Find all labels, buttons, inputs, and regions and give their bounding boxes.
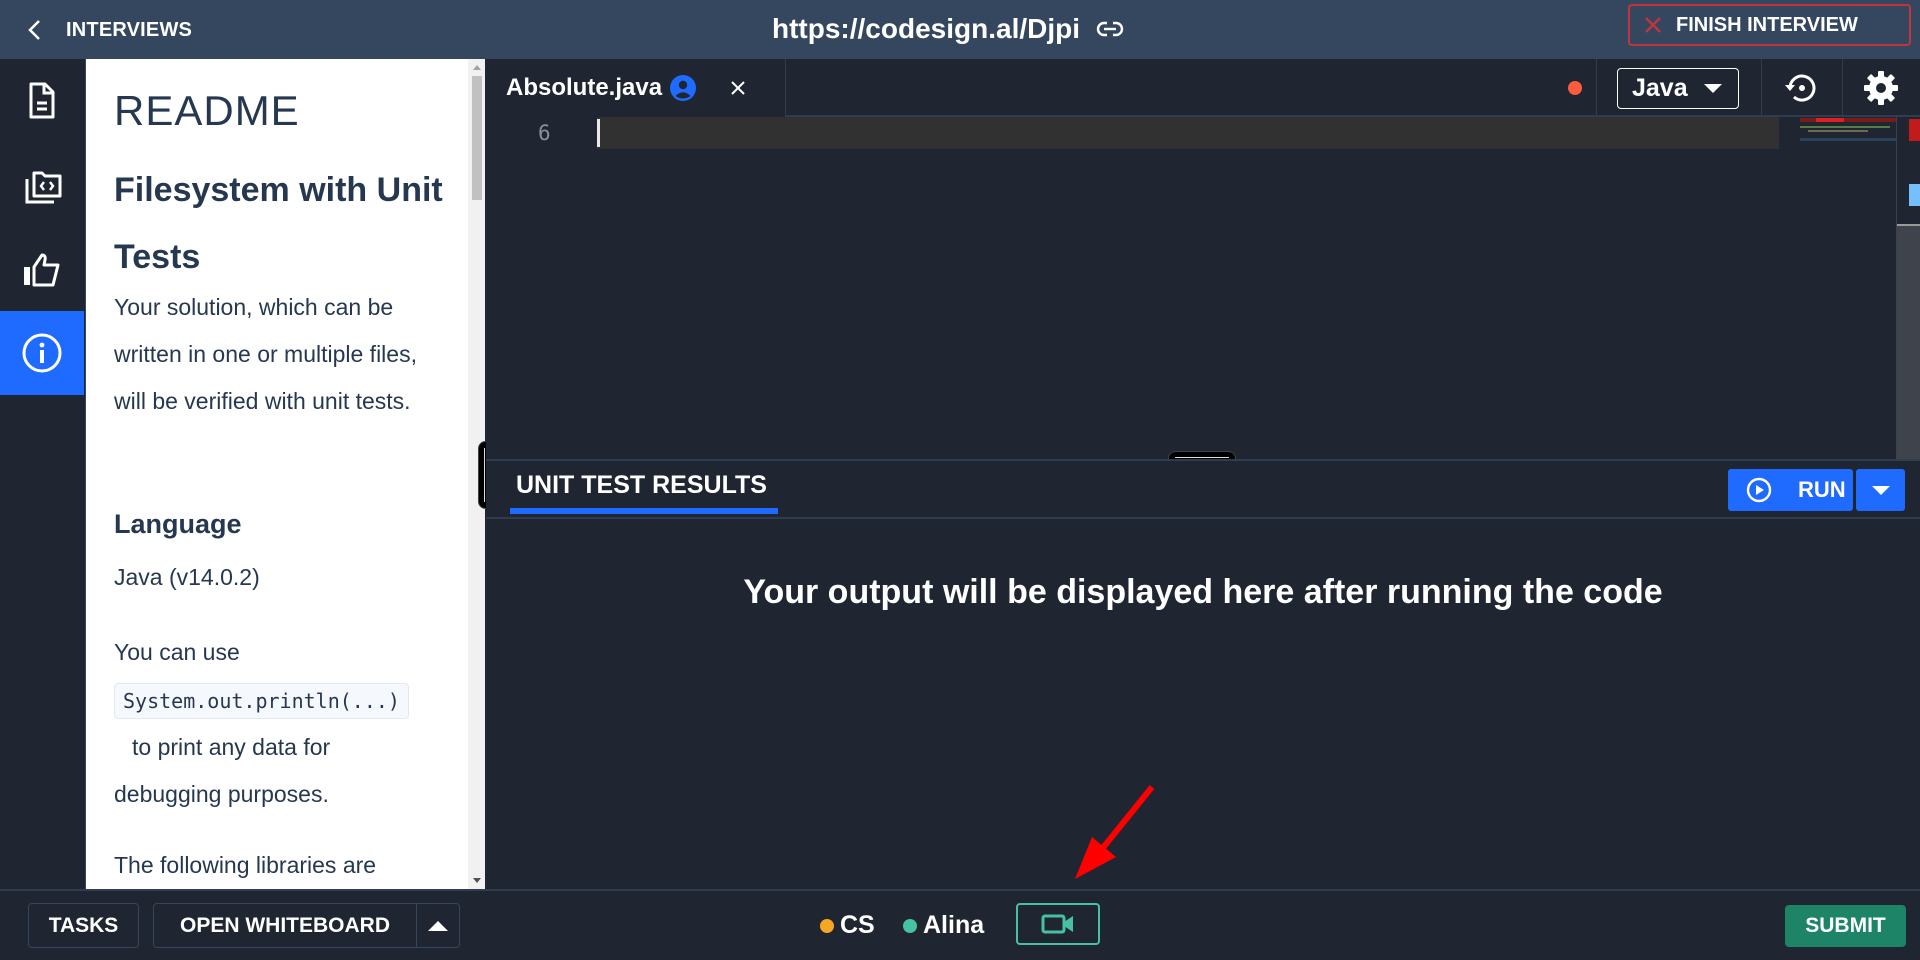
unit-test-results-panel: UNIT TEST RESULTS RUN Your output will b… — [486, 459, 1920, 889]
active-line-highlight — [597, 117, 1779, 149]
session-url-text: https://codesign.al/Djpi — [772, 13, 1081, 44]
error-marker — [1909, 119, 1920, 141]
submit-button[interactable]: SUBMIT — [1785, 905, 1906, 947]
unsaved-indicator — [1568, 81, 1582, 95]
chevron-left-icon — [28, 20, 40, 40]
tasks-button[interactable]: TASKS — [28, 903, 139, 948]
document-icon — [29, 82, 55, 119]
info-icon — [22, 333, 62, 373]
editor-scroll-thumb[interactable] — [1897, 224, 1920, 459]
sidebar-item-info[interactable] — [0, 311, 84, 395]
tab-unit-test-results-label: UNIT TEST RESULTS — [516, 471, 767, 499]
participant-name: Alina — [923, 911, 985, 939]
whiteboard-options-button[interactable] — [416, 903, 460, 948]
language-value: Java (v14.0.2) — [114, 564, 260, 590]
readme-subtitle: Filesystem with Unit Tests — [114, 171, 443, 276]
libraries-text: The following libraries are — [114, 852, 377, 878]
caret-up-icon — [427, 920, 448, 931]
readme-panel: README Filesystem with Unit Tests Your s… — [85, 59, 485, 889]
language-select[interactable]: Java — [1617, 68, 1739, 109]
scroll-down-arrow-icon[interactable] — [473, 878, 481, 883]
toolbar-divider — [1842, 59, 1843, 117]
play-circle-icon — [1746, 477, 1772, 503]
participant-name: CS — [840, 911, 875, 939]
toolbar-divider — [1596, 59, 1597, 117]
code-area[interactable]: 6 — [486, 117, 1920, 459]
readme-title: README — [114, 87, 300, 134]
toolbar-divider — [1761, 59, 1762, 117]
minimap-line — [1808, 130, 1868, 132]
debug-code-chip: System.out.println(...) — [114, 683, 409, 719]
minimap-viewport — [1800, 138, 1896, 141]
participant-cs: CS — [820, 911, 875, 940]
code-folder-icon — [25, 171, 62, 204]
back-label: INTERVIEWS — [66, 18, 193, 41]
readme-intro: Your solution, which can be written in o… — [114, 294, 417, 414]
participant-alina: Alina — [903, 911, 984, 940]
readme-scroll-thumb[interactable] — [472, 76, 482, 200]
run-label: RUN — [1798, 477, 1846, 502]
sidebar-item-code-folders[interactable] — [0, 143, 84, 227]
thumbs-up-icon — [24, 253, 60, 287]
language-heading: Language — [114, 509, 242, 539]
scroll-up-arrow-icon[interactable] — [473, 65, 481, 70]
participant-status-dot — [820, 918, 834, 933]
minimap[interactable] — [1800, 117, 1896, 147]
file-tab[interactable]: Absolute.java — [486, 59, 786, 117]
user-avatar-icon — [670, 75, 697, 101]
bottom-bar: TASKS OPEN WHITEBOARD CS Alina SUBMIT — [0, 889, 1920, 960]
finish-interview-button[interactable]: FINISH INTERVIEW — [1628, 4, 1911, 46]
editor-scrollbar[interactable] — [1896, 117, 1920, 459]
close-tab-icon[interactable] — [730, 80, 746, 96]
back-to-interviews-button[interactable]: INTERVIEWS — [26, 12, 192, 48]
top-bar: INTERVIEWS https://codesign.al/Djpi FINI… — [0, 0, 1920, 59]
debug-code-chip-wrap: System.out.println(...) — [114, 683, 409, 719]
run-options-button[interactable] — [1856, 469, 1905, 511]
open-whiteboard-button[interactable]: OPEN WHITEBOARD — [153, 903, 417, 948]
cursor-marker — [1909, 184, 1920, 206]
debug-suffix: to print any data for debugging purposes… — [114, 734, 331, 807]
active-tab-indicator — [510, 508, 778, 514]
line-number: 6 — [538, 121, 551, 145]
run-button[interactable]: RUN — [1728, 469, 1853, 511]
link-icon[interactable] — [1096, 20, 1124, 38]
tab-unit-test-results[interactable]: UNIT TEST RESULTS — [510, 471, 778, 517]
editor-tab-bar: Absolute.java Java — [486, 59, 1920, 117]
minimap-line — [1800, 118, 1896, 122]
gear-icon[interactable] — [1862, 69, 1900, 107]
code-editor: Absolute.java Java 6 — [486, 59, 1920, 459]
reset-history-icon[interactable] — [1782, 69, 1820, 107]
left-nav — [0, 59, 85, 889]
finish-interview-label: FINISH INTERVIEW — [1676, 13, 1858, 36]
language-select-value: Java — [1632, 74, 1688, 102]
sidebar-item-document[interactable] — [0, 59, 84, 143]
results-tab-bar: UNIT TEST RESULTS RUN — [486, 461, 1920, 519]
video-call-button[interactable] — [1016, 903, 1100, 945]
caret-down-icon — [1871, 485, 1890, 495]
output-placeholder: Your output will be displayed here after… — [743, 573, 1663, 611]
minimap-line — [1800, 126, 1890, 128]
session-url: https://codesign.al/Djpi — [772, 8, 1124, 50]
caret-down-icon — [1703, 84, 1722, 93]
debug-prefix: You can use — [114, 639, 240, 665]
close-icon — [1645, 17, 1661, 33]
video-camera-icon — [1041, 914, 1073, 934]
file-tab-name: Absolute.java — [506, 74, 663, 101]
sidebar-item-feedback[interactable] — [0, 227, 84, 311]
participant-status-dot — [903, 918, 917, 933]
text-cursor — [597, 119, 600, 147]
